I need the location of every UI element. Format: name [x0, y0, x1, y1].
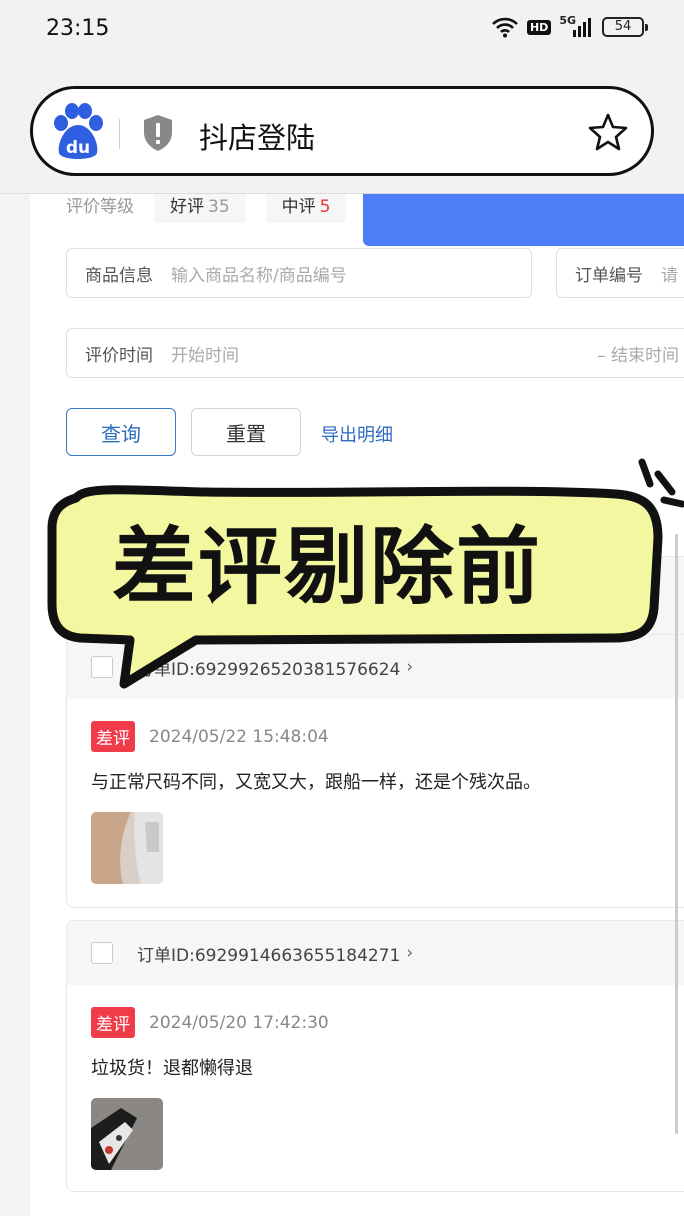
- review-meta: 差评 2024/05/22 15:48:04: [91, 721, 681, 752]
- review-timestamp: 2024/05/20 17:42:30: [149, 1012, 329, 1033]
- svg-text:du: du: [66, 138, 90, 158]
- order-id-link[interactable]: 订单ID:6929914663655184271: [137, 941, 400, 966]
- address-divider: [119, 119, 120, 149]
- grade-chip-count: 35: [208, 197, 230, 217]
- hd-badge: HD: [526, 19, 552, 35]
- product-input[interactable]: 输入商品名称/商品编号: [171, 261, 347, 286]
- end-time-input[interactable]: – 结束时间: [597, 341, 679, 366]
- page-title[interactable]: 抖店登陆: [199, 115, 315, 157]
- review-meta: 差评 2024/05/20 17:42:30: [91, 1007, 681, 1038]
- review-card: 订单ID:6929914663655184271 › 差评 2024/05/20…: [66, 920, 684, 1192]
- time-label: 评价时间: [85, 345, 153, 366]
- status-time: 23:15: [46, 16, 110, 41]
- grade-chip-label: 中评: [281, 197, 316, 217]
- review-text: 垃圾货！退都懒得退: [91, 1058, 253, 1079]
- baidu-logo-icon[interactable]: du: [51, 103, 105, 161]
- export-link[interactable]: 导出明细: [321, 421, 393, 447]
- grade-chip-count: 5: [319, 197, 331, 217]
- bad-review-badge: 差评: [91, 721, 135, 752]
- grade-chip-good[interactable]: 好评 35: [154, 194, 246, 223]
- browser-toolbar: du 抖店登陆: [0, 60, 684, 194]
- address-bar[interactable]: du 抖店登陆: [30, 86, 654, 176]
- grade-chip-label: 好评: [170, 197, 204, 217]
- sticker-bubble: 差评剔除前: [46, 458, 684, 694]
- grade-label: 评价等级: [66, 197, 134, 217]
- start-time-input[interactable]: 开始时间: [171, 341, 239, 366]
- time-field[interactable]: 评价时间 开始时间 – 结束时间: [66, 328, 684, 378]
- wifi-icon: [492, 17, 518, 38]
- order-input[interactable]: 请: [661, 261, 678, 286]
- status-icons: HD 5G 54: [491, 13, 648, 38]
- network-label: 5G: [559, 13, 576, 27]
- select-checkbox[interactable]: [91, 942, 113, 964]
- blue-banner[interactable]: [363, 194, 684, 246]
- status-bar: 23:15 HD 5G 54: [0, 0, 684, 60]
- card-body: 差评 2024/05/22 15:48:04 与正常尺码不同，又宽又大，跟船一样…: [67, 699, 684, 907]
- order-field[interactable]: 订单编号 请: [556, 248, 684, 298]
- order-label: 订单编号: [575, 265, 643, 286]
- product-field[interactable]: 商品信息 输入商品名称/商品编号: [66, 248, 532, 298]
- star-icon[interactable]: [587, 111, 629, 153]
- review-timestamp: 2024/05/22 15:48:04: [149, 726, 329, 747]
- sticker-text: 差评剔除前: [112, 518, 543, 616]
- query-button[interactable]: 查询: [66, 408, 176, 456]
- review-text: 与正常尺码不同，又宽又大，跟船一样，还是个残次品。: [91, 772, 541, 793]
- grade-filter: 评价等级 好评 35 中评 5: [66, 194, 347, 223]
- review-photo[interactable]: [91, 1098, 163, 1170]
- product-label: 商品信息: [85, 265, 153, 286]
- review-panel: 评价等级 好评 35 中评 5 商品信息 输入商品名称/商品编号 订单编号 请 评价…: [30, 194, 684, 1216]
- chevron-right-icon[interactable]: ›: [406, 943, 413, 963]
- card-header: 订单ID:6929914663655184271 ›: [67, 921, 684, 985]
- card-body: 差评 2024/05/20 17:42:30 垃圾货！退都懒得退: [67, 985, 684, 1191]
- reset-button[interactable]: 重置: [191, 408, 301, 456]
- left-shade: [0, 194, 30, 1216]
- review-page: 评价等级 好评 35 中评 5 商品信息 输入商品名称/商品编号 订单编号 请 评价…: [0, 194, 684, 1216]
- shield-icon[interactable]: [141, 113, 175, 153]
- bad-review-badge: 差评: [91, 1007, 135, 1038]
- battery-icon: 54: [602, 17, 648, 37]
- grade-chip-medium[interactable]: 中评 5: [265, 194, 347, 223]
- review-photo[interactable]: [91, 812, 163, 884]
